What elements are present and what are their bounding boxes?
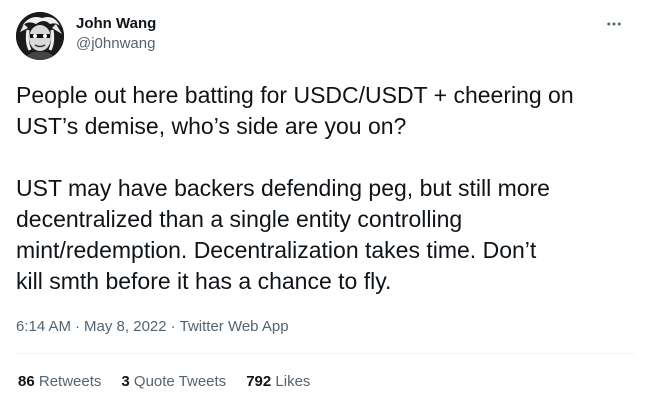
- author-names: John Wang @j0hnwang: [76, 14, 156, 54]
- retweets-label: Retweets: [38, 373, 102, 390]
- tweet-meta: 6:14 AM · May 8, 2022 · Twitter Web App: [16, 317, 634, 337]
- likes-count: 792: [246, 373, 272, 390]
- avatar[interactable]: [16, 12, 64, 60]
- quote-tweets-count: 3: [121, 373, 130, 390]
- divider: [16, 353, 634, 354]
- quote-tweets-label: Quote Tweets: [133, 373, 227, 390]
- tweet-source[interactable]: Twitter Web App: [180, 317, 289, 337]
- likes-stat[interactable]: 792 Likes: [246, 372, 310, 392]
- tweet-stats: 86 Retweets 3 Quote Tweets 792 Likes: [18, 372, 310, 392]
- avatar-image: [16, 12, 64, 60]
- more-options-button[interactable]: [602, 12, 626, 36]
- meta-separator: ·: [75, 318, 81, 335]
- more-horizontal-icon: [607, 22, 621, 26]
- retweets-count: 86: [18, 373, 35, 390]
- retweets-stat[interactable]: 86 Retweets: [18, 372, 101, 392]
- tweet-header: John Wang @j0hnwang: [16, 8, 634, 64]
- likes-label: Likes: [275, 373, 311, 390]
- tweet-time[interactable]: 6:14 AM: [16, 317, 71, 337]
- tweet-date[interactable]: May 8, 2022: [84, 317, 167, 337]
- tweet-text: People out here batting for USDC/USDT + …: [16, 82, 574, 294]
- quote-tweets-stat[interactable]: 3 Quote Tweets: [121, 372, 226, 392]
- meta-separator: ·: [170, 318, 176, 335]
- author-handle[interactable]: @j0hnwang: [76, 34, 156, 54]
- author-display-name[interactable]: John Wang: [76, 14, 156, 34]
- tweet-card: John Wang @j0hnwang People out here batt…: [0, 0, 650, 401]
